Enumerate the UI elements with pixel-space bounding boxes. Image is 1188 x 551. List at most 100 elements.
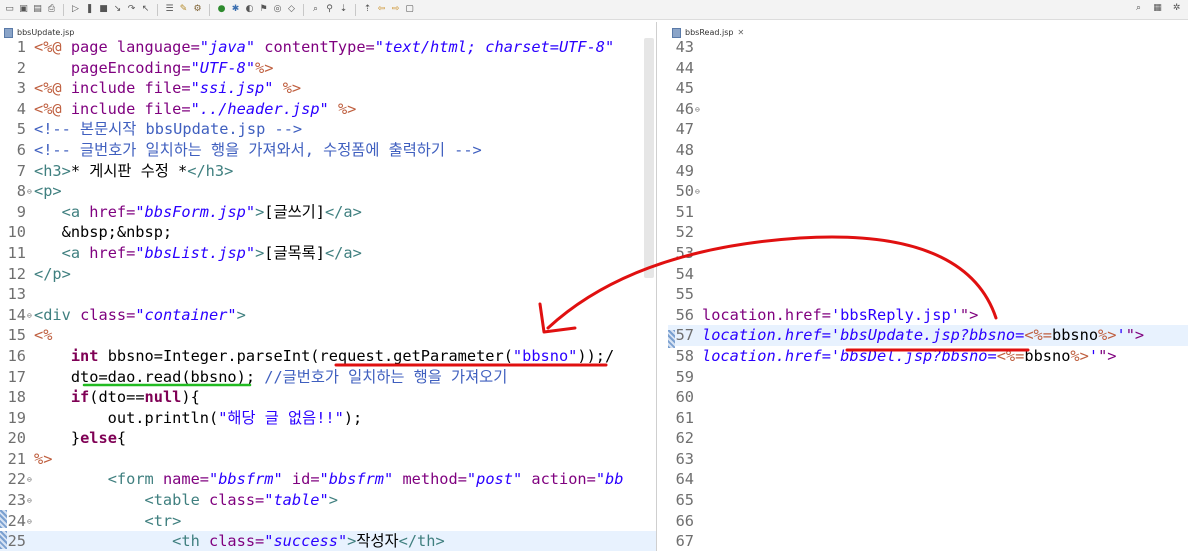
- code-line[interactable]: 22 ⊖ <form name="bbsfrm" id="bbsfrm" meth…: [0, 469, 656, 490]
- fold-toggle-icon[interactable]: ⊖: [27, 512, 32, 533]
- code-line[interactable]: 18 if(dto==null){: [0, 387, 656, 408]
- code-line[interactable]: 11 <a href="bbsList.jsp">[글목록]</a>: [0, 243, 656, 264]
- code-line[interactable]: 46 ⊖: [668, 99, 1188, 120]
- code-line[interactable]: 66: [668, 511, 1188, 532]
- code-line[interactable]: 48: [668, 140, 1188, 161]
- code-line[interactable]: 67: [668, 531, 1188, 551]
- code-line[interactable]: 64: [668, 469, 1188, 490]
- code-line[interactable]: 4 <%@ include file="../header.jsp" %>: [0, 99, 656, 120]
- code-line[interactable]: 44: [668, 58, 1188, 79]
- line-number: 3: [16, 79, 26, 98]
- code-line[interactable]: 20 }else{: [0, 428, 656, 449]
- fold-toggle-icon[interactable]: ⊖: [27, 182, 32, 203]
- code-line[interactable]: 14 ⊖ <div class="container">: [0, 305, 656, 326]
- code-line[interactable]: 3 <%@ include file="ssi.jsp" %>: [0, 78, 656, 99]
- code-line[interactable]: 24 ⊖ <tr>: [0, 511, 656, 532]
- code-line[interactable]: 49: [668, 161, 1188, 182]
- code-line[interactable]: 54: [668, 264, 1188, 285]
- external-tools-icon[interactable]: ⚑: [258, 4, 269, 15]
- editor-bbsupdate[interactable]: bbsUpdate.jsp 1 <%@ page language="java" …: [0, 22, 657, 551]
- code-line[interactable]: 7 <h3>* 게시판 수정 *</h3>: [0, 161, 656, 182]
- code-line[interactable]: 62: [668, 428, 1188, 449]
- vertical-scrollbar[interactable]: [644, 38, 654, 278]
- code-line[interactable]: 10 &nbsp;&nbsp;: [0, 222, 656, 243]
- code-area[interactable]: 1 <%@ page language="java" contentType="t…: [0, 37, 656, 551]
- code-line[interactable]: 50 ⊖: [668, 181, 1188, 202]
- toolbar-right: ⌕ ▦ ✲: [1133, 3, 1182, 14]
- search-icon[interactable]: ⌕: [310, 4, 321, 15]
- step-into-icon[interactable]: ↘: [112, 4, 123, 15]
- code-line[interactable]: 56 location.href='bbsReply.jsp'">: [668, 305, 1188, 326]
- code-line[interactable]: 2 pageEncoding="UTF-8"%>: [0, 58, 656, 79]
- forward-icon[interactable]: ⇨: [390, 4, 401, 15]
- editor-bbsread[interactable]: bbsRead.jsp ✕ 43 44 45 46 ⊖ 47 48 49 50 ⊖ 51 52 53 54…: [668, 22, 1188, 551]
- code-line[interactable]: 25 <th class="success">작성자</th>: [0, 531, 656, 551]
- gear-icon[interactable]: ⚙: [192, 4, 203, 15]
- fold-toggle-icon[interactable]: ⊖: [695, 100, 700, 121]
- code-line[interactable]: 23 ⊖ <table class="table">: [0, 490, 656, 511]
- code-line[interactable]: 51: [668, 202, 1188, 223]
- code-line[interactable]: 1 <%@ page language="java" contentType="t…: [0, 37, 656, 58]
- step-return-icon[interactable]: ↖: [140, 4, 151, 15]
- code-line[interactable]: 57 location.href='bbsUpdate.jsp?bbsno=<%=…: [668, 325, 1188, 346]
- resume-icon[interactable]: ▷: [70, 4, 81, 15]
- run-icon[interactable]: ●: [216, 4, 227, 15]
- tool-icon[interactable]: ✎: [178, 4, 189, 15]
- code-line[interactable]: 43: [668, 37, 1188, 58]
- back-icon[interactable]: ⇦: [376, 4, 387, 15]
- suspend-icon[interactable]: ❚: [84, 4, 95, 15]
- task-icon[interactable]: ☰: [164, 4, 175, 15]
- code-line[interactable]: 60: [668, 387, 1188, 408]
- code-line[interactable]: 53: [668, 243, 1188, 264]
- code-line[interactable]: 52: [668, 222, 1188, 243]
- code-line[interactable]: 61: [668, 408, 1188, 429]
- save-all-icon[interactable]: ▤: [32, 4, 43, 15]
- code-token: "UTF-8": [190, 58, 256, 77]
- next-annotation-icon[interactable]: ⇣: [338, 4, 349, 15]
- debug-icon[interactable]: ✱: [230, 4, 241, 15]
- code-line[interactable]: 16 int bbsno=Integer.parseInt(request.ge…: [0, 346, 656, 367]
- line-number: 19: [7, 408, 26, 427]
- pin-icon[interactable]: ⚲: [324, 4, 335, 15]
- perspective-java-ee-icon[interactable]: ▦: [1152, 3, 1163, 14]
- close-icon[interactable]: ✕: [737, 28, 744, 37]
- terminate-icon[interactable]: ■: [98, 4, 109, 15]
- code-line[interactable]: 58 location.href='bbsDel.jsp?bbsno=<%=bbs…: [668, 346, 1188, 367]
- code-line[interactable]: 13: [0, 284, 656, 305]
- new-class-icon[interactable]: ◎: [272, 4, 283, 15]
- fold-toggle-icon[interactable]: ⊖: [27, 470, 32, 491]
- code-line[interactable]: 59: [668, 367, 1188, 388]
- code-line[interactable]: 15 <%: [0, 325, 656, 346]
- code-token: </th>: [398, 532, 445, 551]
- fold-toggle-icon[interactable]: ⊖: [27, 491, 32, 512]
- code-line[interactable]: 12 </p>: [0, 264, 656, 285]
- code-text: <!-- 본문시작 bbsUpdate.jsp -->: [34, 119, 302, 140]
- code-line[interactable]: 47: [668, 119, 1188, 140]
- code-line[interactable]: 55: [668, 284, 1188, 305]
- open-type-icon[interactable]: ◇: [286, 4, 297, 15]
- line-number: 58: [675, 346, 694, 365]
- prev-annotation-icon[interactable]: ⇡: [362, 4, 373, 15]
- profile-icon[interactable]: ◐: [244, 4, 255, 15]
- perspective-debug-icon[interactable]: ✲: [1171, 3, 1182, 14]
- code-line[interactable]: 9 <a href="bbsForm.jsp">[글쓰기]</a>: [0, 202, 656, 223]
- code-line[interactable]: 63: [668, 449, 1188, 470]
- code-line[interactable]: 5 <!-- 본문시작 bbsUpdate.jsp -->: [0, 119, 656, 140]
- code-line[interactable]: 21 %>: [0, 449, 656, 470]
- code-line[interactable]: 17 dto=dao.read(bbsno); //글번호가 일치하는 행을 가…: [0, 367, 656, 388]
- fold-toggle-icon[interactable]: ⊖: [695, 182, 700, 203]
- code-line[interactable]: 19 out.println("해당 글 없음!!");: [0, 408, 656, 429]
- fold-toggle-icon[interactable]: ⊖: [27, 306, 32, 327]
- code-line[interactable]: 65: [668, 490, 1188, 511]
- print-icon[interactable]: ⎙: [46, 4, 57, 15]
- code-area[interactable]: 43 44 45 46 ⊖ 47 48 49 50 ⊖ 51 52 53 54 55 56 location.h…: [668, 37, 1188, 551]
- code-line[interactable]: 45: [668, 78, 1188, 99]
- save-icon[interactable]: ▣: [18, 4, 29, 15]
- code-line[interactable]: 6 <!-- 글번호가 일치하는 행을 가져와서, 수정폼에 출력하기 -->: [0, 140, 656, 161]
- maximize-icon[interactable]: ▢: [404, 4, 415, 15]
- step-over-icon[interactable]: ↷: [126, 4, 137, 15]
- code-line[interactable]: 8 ⊖ <p>: [0, 181, 656, 202]
- search-icon[interactable]: ⌕: [1133, 3, 1144, 14]
- new-file-icon[interactable]: ▭: [4, 4, 15, 15]
- jsp-file-icon: [4, 27, 13, 38]
